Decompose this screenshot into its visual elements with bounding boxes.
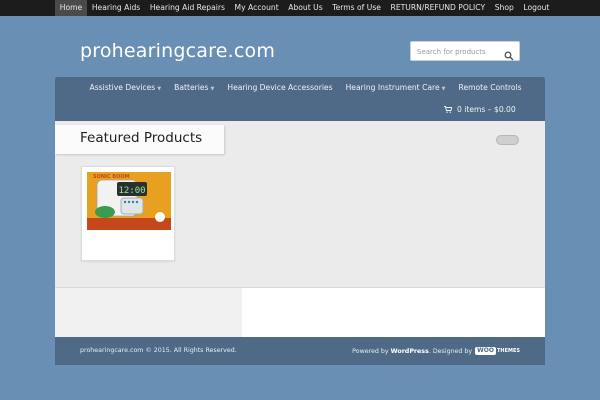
woo-logo-mark: WOO — [475, 347, 496, 355]
lower-right-panel — [242, 287, 545, 337]
nav-label: Remote Controls — [458, 83, 522, 92]
lower-left-panel — [55, 287, 242, 337]
cart-icon — [444, 106, 452, 113]
woo-logo-text: THEMES — [496, 348, 520, 354]
slider-control[interactable] — [496, 135, 519, 145]
search-input[interactable] — [417, 45, 501, 58]
product-brand: SONIC BOOM — [93, 174, 130, 180]
nav-hearing-device-accessories[interactable]: Hearing Device Accessories — [221, 82, 339, 95]
topnav-about-us[interactable]: About Us — [283, 0, 327, 16]
search-box — [410, 41, 520, 61]
designed-prefix: . Designed by — [428, 347, 473, 355]
topnav-shop[interactable]: Shop — [490, 0, 519, 16]
nav-label: Hearing Device Accessories — [227, 83, 333, 92]
nav-assistive-devices[interactable]: Assistive Devices ▼ — [83, 82, 168, 95]
wordpress-link[interactable]: WordPress — [391, 348, 429, 355]
nav-label: Batteries — [174, 83, 209, 92]
topnav-terms-of-use[interactable]: Terms of Use — [327, 0, 385, 16]
topnav-return-refund-policy[interactable]: RETURN/REFUND POLICY — [386, 0, 490, 16]
top-bar: Home Hearing Aids Hearing Aid Repairs My… — [0, 0, 600, 16]
clock-time: 12:00 — [118, 186, 145, 196]
chevron-down-icon: ▼ — [210, 86, 215, 92]
copyright-text: prohearingcare.com © 2015. All Rights Re… — [80, 347, 237, 354]
featured-tab: Featured Products — [55, 125, 224, 154]
nav-label: Hearing Instrument Care — [345, 83, 440, 92]
topnav-hearing-aid-repairs[interactable]: Hearing Aid Repairs — [145, 0, 230, 16]
footer-credit: Powered by WordPress. Designed by WOO THE… — [352, 347, 520, 355]
chevron-down-icon: ▼ — [157, 86, 162, 92]
main-navigation: Assistive Devices ▼ Batteries ▼ Hearing De… — [55, 77, 545, 121]
product-image[interactable]: 12:00 SONIC BOOM — [87, 172, 171, 230]
product-card[interactable]: 12:00 SONIC BOOM — [81, 166, 175, 261]
chevron-down-icon: ▼ — [441, 86, 446, 92]
woothemes-logo[interactable]: WOO THEMES — [475, 347, 520, 355]
nav-remote-controls[interactable]: Remote Controls — [452, 82, 528, 95]
nav-hearing-instrument-care[interactable]: Hearing Instrument Care ▼ — [339, 82, 452, 95]
topnav-my-account[interactable]: My Account — [230, 0, 284, 16]
powered-prefix: Powered by — [352, 347, 389, 355]
topnav-home[interactable]: Home — [55, 0, 88, 16]
nav-batteries[interactable]: Batteries ▼ — [168, 82, 221, 95]
topnav-hearing-aids[interactable]: Hearing Aids — [87, 0, 145, 16]
footer: prohearingcare.com © 2015. All Rights Re… — [55, 337, 545, 365]
topnav-logout[interactable]: Logout — [519, 0, 555, 16]
site-title[interactable]: prohearingcare.com — [80, 40, 275, 62]
search-icon[interactable] — [504, 46, 514, 61]
top-navigation: Home Hearing Aids Hearing Aid Repairs My… — [55, 0, 554, 16]
nav-label: Assistive Devices — [89, 83, 156, 92]
cart-link[interactable]: 0 items – $0.00 — [444, 105, 516, 114]
cart-summary: 0 items – $0.00 — [457, 105, 516, 114]
featured-title: Featured Products — [80, 130, 203, 146]
